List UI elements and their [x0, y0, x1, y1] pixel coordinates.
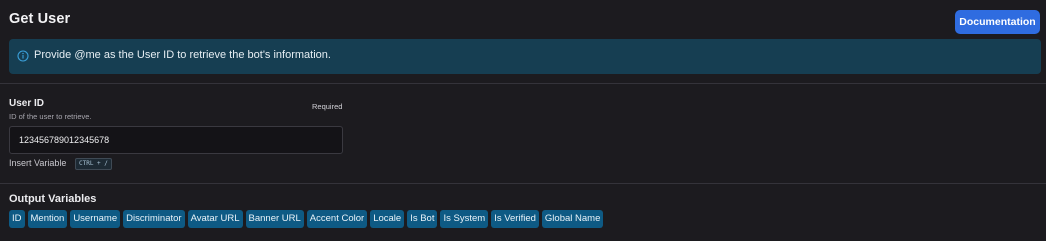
variable-chip-avatar-url[interactable]: Avatar URL	[187, 210, 243, 228]
info-text: Provide @me as the User ID to retrieve t…	[34, 49, 331, 61]
variable-chip-accent-color[interactable]: Accent Color	[306, 210, 368, 228]
get-user-panel: Get User Documentation Provide @me as th…	[0, 0, 1046, 241]
output-variables-title: Output Variables	[9, 193, 97, 205]
variable-chip-locale[interactable]: Locale	[370, 210, 405, 228]
user-id-description: ID of the user to retrieve.	[9, 112, 92, 121]
info-banner: Provide @me as the User ID to retrieve t…	[9, 39, 1041, 74]
variable-chip-mention[interactable]: Mention	[27, 210, 68, 228]
user-id-input[interactable]	[9, 126, 343, 154]
required-indicator: Required	[312, 102, 343, 111]
shortcut-hint: CTRL + /	[75, 158, 112, 170]
variable-chip-is-system[interactable]: Is System	[440, 210, 489, 228]
output-variables-list: ID Mention Username Discriminator Avatar…	[9, 210, 604, 228]
page-title: Get User	[9, 11, 71, 27]
panel-header: Get User Documentation	[0, 0, 1046, 38]
variable-chip-username[interactable]: Username	[70, 210, 121, 228]
section-divider	[0, 183, 1046, 184]
variable-chip-global-name[interactable]: Global Name	[541, 210, 604, 228]
variable-chip-discriminator[interactable]: Discriminator	[123, 210, 185, 228]
variable-chip-id[interactable]: ID	[9, 210, 25, 228]
info-icon	[17, 50, 29, 62]
variable-chip-is-bot[interactable]: Is Bot	[407, 210, 438, 228]
section-divider	[0, 83, 1046, 84]
variable-chip-banner-url[interactable]: Banner URL	[245, 210, 304, 228]
variable-chip-is-verified[interactable]: Is Verified	[491, 210, 539, 228]
user-id-label: User ID	[9, 98, 45, 109]
documentation-button[interactable]: Documentation	[955, 10, 1040, 34]
insert-variable-link[interactable]: Insert Variable	[9, 158, 66, 168]
